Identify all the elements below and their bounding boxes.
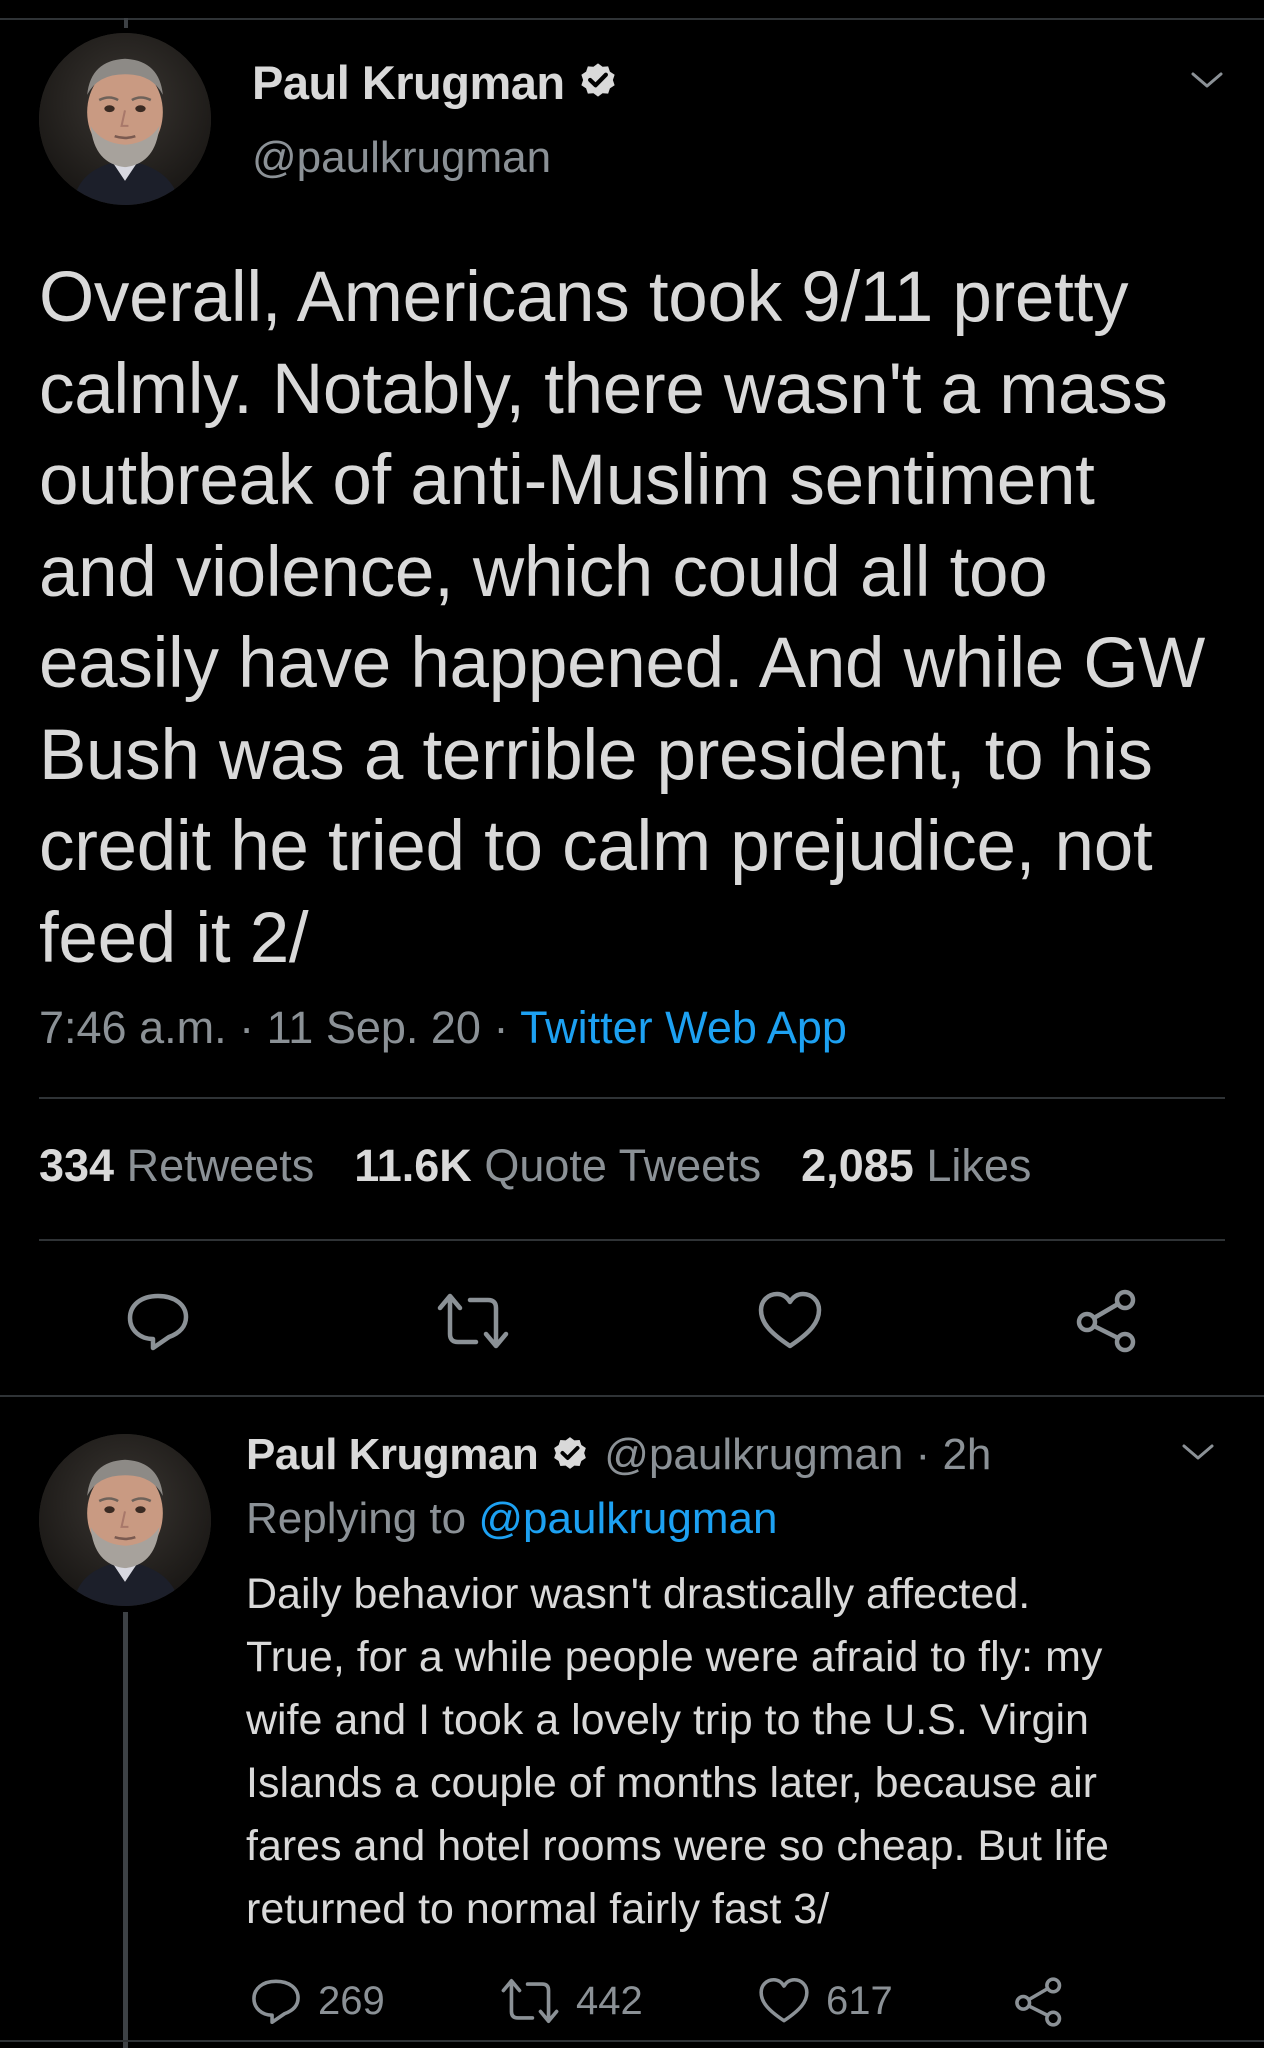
- avatar-photo: [39, 1434, 211, 1606]
- like-icon: [759, 1977, 809, 2023]
- meta-separator: ·: [903, 1430, 943, 1479]
- tweet-source-link[interactable]: Twitter Web App: [520, 1002, 847, 1053]
- quote-tweets-count: 11.6K: [354, 1140, 472, 1191]
- main-tweet: Paul Krugman @paulkrugman Overall, Ameri…: [0, 0, 1264, 1395]
- author-handle[interactable]: @paulkrugman: [252, 133, 551, 183]
- reply-count: 269: [318, 1978, 385, 2023]
- engagement-stats: 334 Retweets 11.6K Quote Tweets 2,085 Li…: [39, 1140, 1031, 1192]
- thread-line: [123, 1612, 128, 2048]
- verified-badge-icon: [577, 59, 619, 106]
- retweet-icon: [501, 1979, 559, 2023]
- share-icon: [1076, 1289, 1136, 1353]
- replying-label: Replying to: [246, 1494, 467, 1543]
- tweet-time[interactable]: 7:46 a.m.: [39, 1002, 227, 1053]
- retweet-icon: [437, 1293, 509, 1349]
- retweets-count: 334: [39, 1140, 115, 1191]
- reply-button[interactable]: [125, 1290, 191, 1357]
- share-icon: [1015, 1977, 1062, 2027]
- tweet-meta: 7:46 a.m. · 11 Sep. 20 · Twitter Web App: [39, 1002, 847, 1054]
- reply-handle-time: @paulkrugman · 2h: [604, 1430, 991, 1480]
- replying-to-handle-link[interactable]: @paulkrugman: [478, 1494, 777, 1543]
- retweet-button[interactable]: [436, 1290, 510, 1357]
- share-button[interactable]: [1013, 1976, 1065, 2028]
- reply-author-name[interactable]: Paul Krugman: [246, 1430, 539, 1480]
- likes-label: Likes: [926, 1140, 1032, 1191]
- bottom-divider: [0, 2040, 1264, 2042]
- reply-tweet-text: Daily behavior wasn't drastically affect…: [246, 1570, 1109, 1933]
- like-button[interactable]: 617: [758, 1976, 893, 2026]
- reply-button[interactable]: 269: [250, 1976, 385, 2026]
- retweets-label: Retweets: [126, 1140, 315, 1191]
- reply-time-ago[interactable]: 2h: [942, 1430, 991, 1479]
- tweet-separator: [0, 1395, 1264, 1397]
- retweet-button[interactable]: 442: [500, 1976, 643, 2026]
- like-button[interactable]: [757, 1290, 823, 1357]
- quote-tweets-label: Quote Tweets: [484, 1140, 762, 1191]
- share-button[interactable]: [1074, 1288, 1140, 1359]
- more-options-chevron-icon[interactable]: [1189, 68, 1225, 97]
- retweet-count: 442: [576, 1978, 643, 2023]
- retweets-stat[interactable]: 334 Retweets: [39, 1140, 314, 1192]
- tweet-date[interactable]: 11 Sep. 20: [267, 1002, 481, 1053]
- more-options-chevron-icon[interactable]: [1180, 1440, 1216, 1469]
- reply-author-row: Paul Krugman @paulkrugman · 2h: [246, 1426, 991, 1484]
- like-icon: [758, 1291, 822, 1349]
- meta-separator: ·: [480, 1002, 521, 1053]
- divider: [39, 1239, 1225, 1241]
- avatar-photo: [39, 33, 211, 205]
- author-row: Paul Krugman: [252, 52, 619, 112]
- likes-count: 2,085: [801, 1140, 914, 1191]
- verified-badge-icon: [550, 1433, 590, 1478]
- reply-icon: [252, 1979, 300, 2025]
- meta-separator: ·: [226, 1002, 267, 1053]
- reply-author-handle[interactable]: @paulkrugman: [604, 1430, 903, 1479]
- like-count: 617: [826, 1978, 893, 2023]
- likes-stat[interactable]: 2,085 Likes: [801, 1140, 1031, 1192]
- reply-icon: [127, 1293, 189, 1351]
- replying-to: Replying to @paulkrugman: [246, 1494, 777, 1544]
- tweet-text: Overall, Americans took 9/11 pretty calm…: [39, 258, 1205, 978]
- reply-avatar[interactable]: [39, 1434, 211, 1606]
- divider: [39, 1097, 1225, 1099]
- avatar[interactable]: [39, 33, 211, 205]
- author-name[interactable]: Paul Krugman: [252, 55, 565, 110]
- quote-tweets-stat[interactable]: 11.6K Quote Tweets: [354, 1140, 761, 1192]
